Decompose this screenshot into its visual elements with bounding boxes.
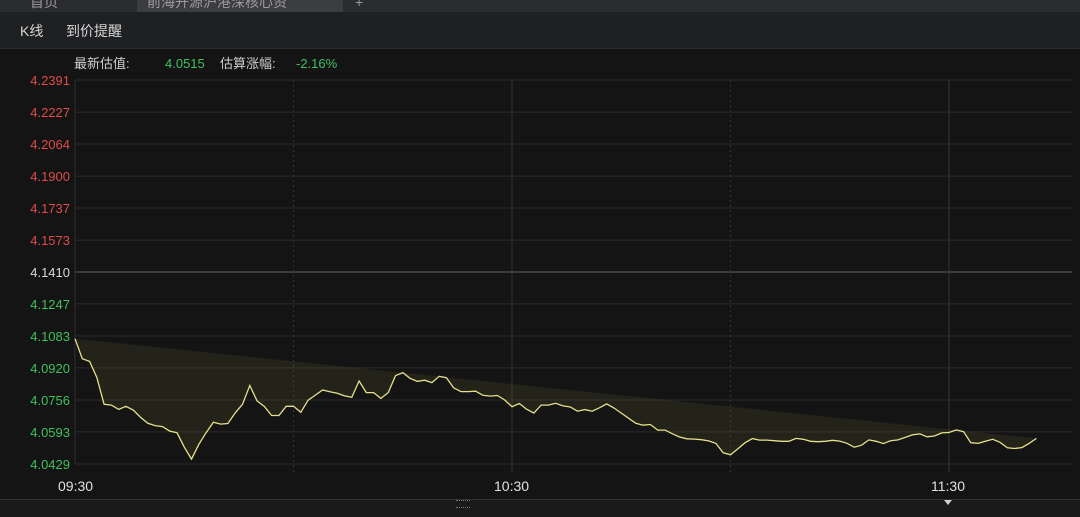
chart-scroll-bar[interactable] bbox=[0, 499, 1080, 517]
y-tick-label: 4.1247 bbox=[30, 297, 70, 312]
estimate-value: 4.0515 bbox=[165, 56, 205, 71]
y-tick-label: 4.1410 bbox=[30, 265, 70, 280]
y-tick-label: 4.0429 bbox=[30, 457, 70, 472]
y-tick-label: 4.1900 bbox=[30, 169, 70, 184]
y-tick-label: 4.0920 bbox=[30, 361, 70, 376]
x-tick-label: 11:30 bbox=[931, 478, 965, 494]
y-tick-label: 4.1083 bbox=[30, 329, 70, 344]
y-tick-label: 4.2391 bbox=[30, 73, 70, 88]
y-tick-label: 4.0593 bbox=[30, 425, 70, 440]
cursor-marker-icon bbox=[944, 500, 952, 505]
x-axis-labels: 09:30 10:30 11:30 bbox=[58, 478, 965, 494]
y-tick-label: 4.2227 bbox=[30, 105, 70, 120]
y-tick-label: 4.0756 bbox=[30, 393, 70, 408]
y-axis-labels: 4.2391 4.2227 4.2064 4.1900 4.1737 4.1573 4.14… bbox=[30, 73, 70, 472]
change-label: 估算涨幅: bbox=[220, 56, 276, 71]
estimate-label: 最新估值: bbox=[74, 56, 130, 71]
x-tick-label: 09:30 bbox=[58, 478, 93, 494]
intraday-chart[interactable]: 4.2391 4.2227 4.2064 4.1900 4.1737 4.1573 4.14… bbox=[0, 0, 1080, 499]
x-tick-label: 10:30 bbox=[494, 478, 529, 494]
y-tick-label: 4.1573 bbox=[30, 233, 70, 248]
y-tick-label: 4.1737 bbox=[30, 201, 70, 216]
scroll-grip-icon[interactable] bbox=[456, 500, 470, 508]
change-value: -2.16% bbox=[296, 56, 338, 71]
y-tick-label: 4.2064 bbox=[30, 137, 70, 152]
